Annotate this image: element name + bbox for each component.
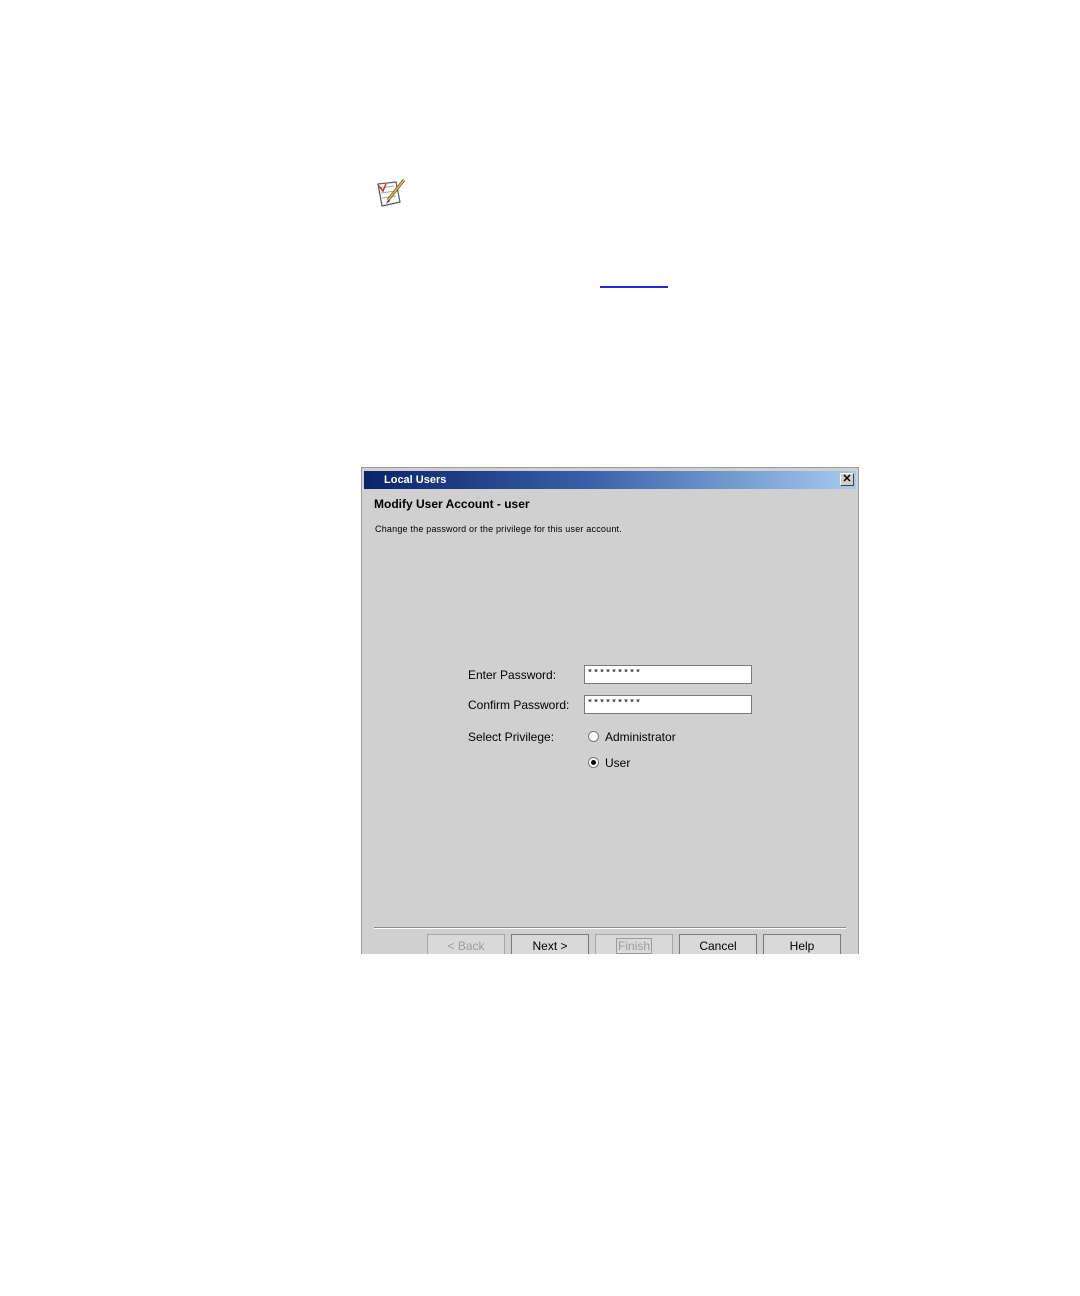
local-users-dialog: Local Users ✕ Modify User Account - user… bbox=[361, 467, 859, 954]
dialog-description: Change the password or the privilege for… bbox=[375, 524, 622, 534]
document-link[interactable] bbox=[600, 286, 668, 288]
confirm-password-label: Confirm Password: bbox=[468, 698, 570, 712]
administrator-radio[interactable] bbox=[588, 731, 599, 742]
enter-password-label: Enter Password: bbox=[468, 668, 557, 682]
help-button[interactable]: Help bbox=[763, 934, 841, 954]
administrator-radio-label: Administrator bbox=[605, 730, 676, 744]
dialog-title-bar: Local Users ✕ bbox=[364, 471, 856, 489]
finish-button-label: Finish bbox=[615, 938, 652, 954]
next-button[interactable]: Next > bbox=[511, 934, 589, 954]
confirm-password-input[interactable] bbox=[584, 695, 752, 714]
user-radio[interactable] bbox=[588, 757, 599, 768]
close-icon: ✕ bbox=[842, 473, 852, 485]
close-button[interactable]: ✕ bbox=[840, 473, 854, 486]
note-pencil-icon bbox=[377, 179, 406, 207]
select-privilege-label: Select Privilege: bbox=[468, 730, 555, 744]
cancel-button[interactable]: Cancel bbox=[679, 934, 757, 954]
back-button[interactable]: < Back bbox=[427, 934, 505, 954]
finish-button[interactable]: Finish bbox=[595, 934, 673, 954]
dialog-heading: Modify User Account - user bbox=[374, 497, 530, 511]
dialog-title: Local Users bbox=[384, 474, 447, 486]
user-radio-label: User bbox=[605, 756, 631, 770]
button-separator bbox=[374, 927, 846, 929]
enter-password-input[interactable] bbox=[584, 665, 752, 684]
